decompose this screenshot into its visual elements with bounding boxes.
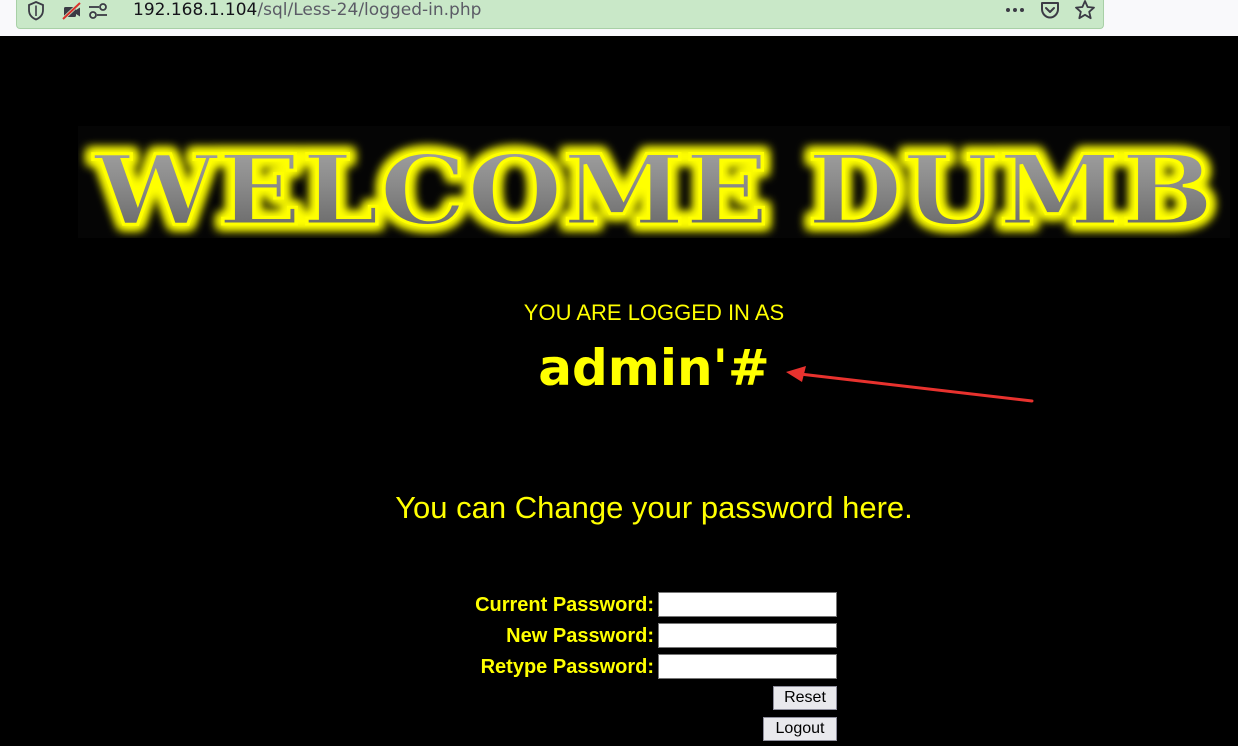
current-password-field[interactable] bbox=[658, 592, 837, 617]
current-password-label: Current Password: bbox=[475, 594, 654, 616]
retype-password-field[interactable] bbox=[658, 654, 837, 679]
new-password-label: New Password: bbox=[506, 625, 654, 647]
url-host: 192.168.1.104 bbox=[133, 0, 258, 20]
logout-button[interactable]: Logout bbox=[763, 717, 837, 741]
shield-icon[interactable] bbox=[27, 1, 45, 21]
bookmark-star-icon[interactable] bbox=[1074, 0, 1096, 21]
url-text[interactable]: 192.168.1.104/sql/Less-24/logged-in.php bbox=[133, 0, 481, 21]
pocket-icon[interactable] bbox=[1039, 0, 1061, 21]
change-password-text: You can Change your password here. bbox=[395, 490, 913, 525]
url-path: /sql/Less-24/logged-in.php bbox=[257, 0, 482, 20]
url-bar[interactable]: 192.168.1.104/sql/Less-24/logged-in.php bbox=[16, 0, 1104, 29]
reset-button[interactable]: Reset bbox=[773, 686, 837, 710]
permissions-icon[interactable] bbox=[87, 2, 109, 20]
new-password-field[interactable] bbox=[658, 623, 837, 648]
page-body: WELCOME DUMB WELCOME DUMB YOU ARE LOGGED… bbox=[0, 36, 1238, 746]
retype-password-label: Retype Password: bbox=[480, 656, 654, 678]
more-menu-icon[interactable] bbox=[1003, 4, 1027, 16]
browser-toolbar: 192.168.1.104/sql/Less-24/logged-in.php bbox=[0, 0, 1238, 36]
camera-blocked-icon[interactable] bbox=[61, 1, 83, 21]
